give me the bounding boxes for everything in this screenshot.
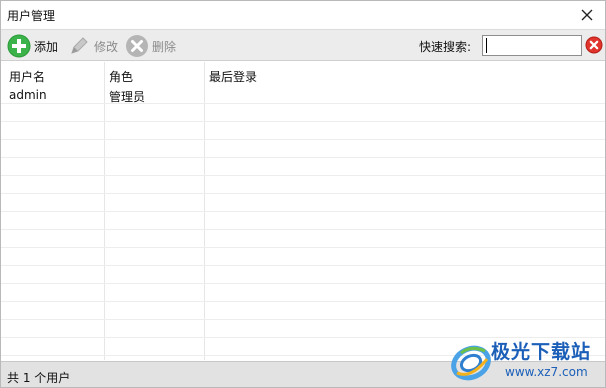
- empty-row: [1, 302, 605, 320]
- search-box[interactable]: [482, 35, 582, 56]
- text-caret: [486, 38, 487, 53]
- watermark-url: www.xz7.com: [505, 365, 588, 379]
- search-input[interactable]: [483, 36, 581, 55]
- empty-row: [1, 140, 605, 158]
- user-management-window: 用户管理 添加 修改 删除 快速搜索: 用户名 角色 最后登录 admin 管理…: [0, 0, 606, 388]
- column-header-last-login[interactable]: 最后登录: [201, 62, 401, 86]
- watermark-title: 极光下载站: [491, 341, 592, 363]
- empty-row: [1, 176, 605, 194]
- watermark: 极光下载站 www.xz7.com: [447, 335, 605, 387]
- table-row[interactable]: admin 管理员: [1, 86, 605, 104]
- window-title: 用户管理: [7, 9, 56, 23]
- toolbar: 添加 修改 删除 快速搜索:: [1, 29, 605, 61]
- delete-circle-icon: [126, 35, 148, 57]
- empty-row: [1, 284, 605, 302]
- empty-row: [1, 248, 605, 266]
- cell-role: 管理员: [109, 90, 146, 104]
- empty-row: [1, 230, 605, 248]
- empty-row: [1, 212, 605, 230]
- plus-circle-icon: [7, 34, 31, 58]
- clear-icon: [585, 36, 603, 54]
- edit-button[interactable]: 修改: [67, 33, 118, 59]
- cell-username: admin: [9, 88, 47, 102]
- add-button[interactable]: 添加: [7, 33, 58, 59]
- delete-button-label: 删除: [152, 39, 177, 54]
- title-bar: 用户管理: [1, 1, 605, 29]
- pencil-icon: [71, 37, 88, 54]
- watermark-logo-icon: [451, 345, 491, 381]
- column-header-role[interactable]: 角色: [101, 62, 201, 86]
- edit-button-label: 修改: [94, 39, 119, 54]
- empty-row: [1, 266, 605, 284]
- empty-row: [1, 122, 605, 140]
- delete-button[interactable]: 删除: [125, 33, 176, 59]
- add-button-label: 添加: [34, 39, 59, 54]
- search-label: 快速搜索:: [419, 40, 472, 54]
- close-button[interactable]: [575, 4, 599, 26]
- empty-row: [1, 194, 605, 212]
- column-header-username[interactable]: 用户名: [1, 62, 104, 86]
- clear-search-button[interactable]: [584, 35, 604, 55]
- empty-row: [1, 158, 605, 176]
- user-count-status: 共 1 个用户: [7, 371, 71, 385]
- table-header: 用户名 角色 最后登录: [1, 62, 605, 86]
- user-table[interactable]: 用户名 角色 最后登录 admin 管理员: [1, 62, 605, 360]
- empty-row: [1, 104, 605, 122]
- close-icon: [581, 9, 593, 21]
